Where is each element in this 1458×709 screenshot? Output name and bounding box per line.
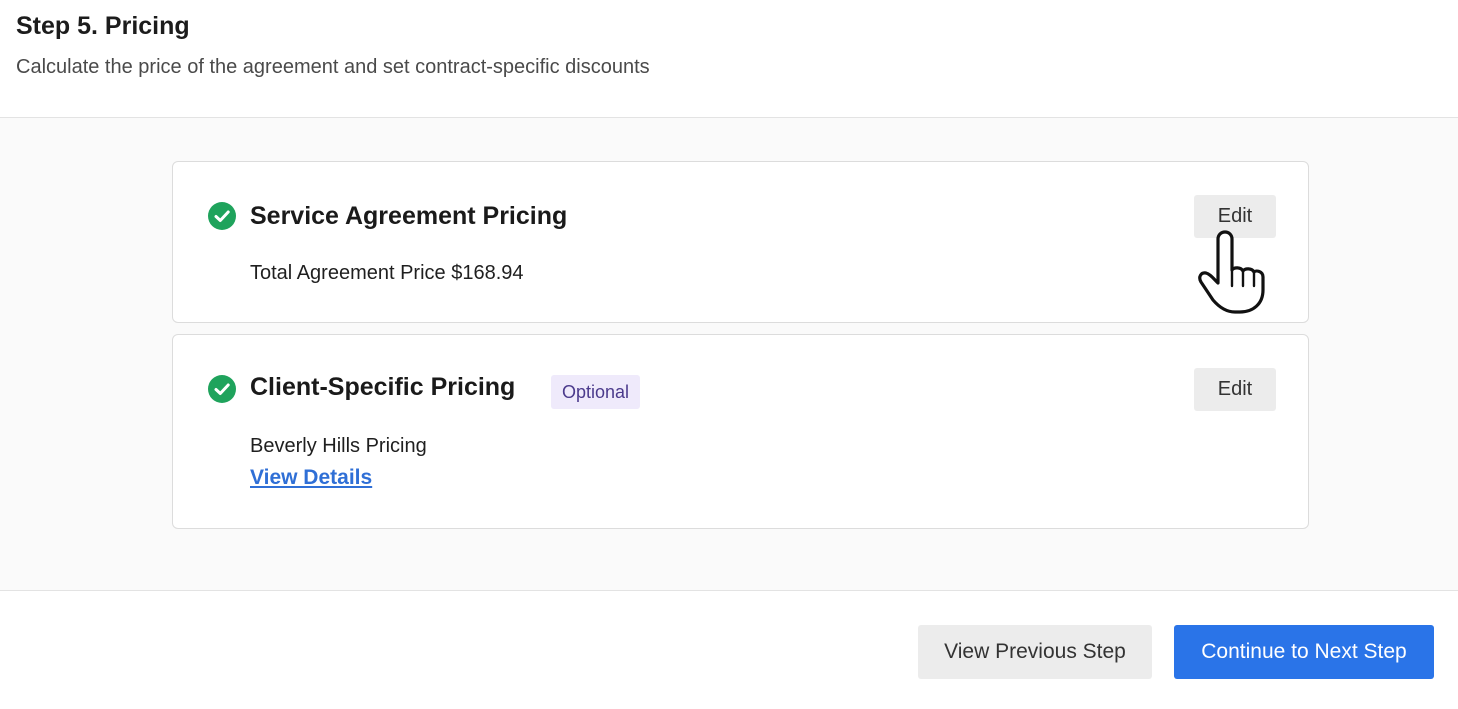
- optional-badge: Optional: [551, 375, 641, 409]
- edit-client-pricing-button[interactable]: Edit: [1194, 368, 1276, 411]
- client-specific-pricing-card: Client-Specific Pricing Optional Beverly…: [172, 334, 1309, 529]
- edit-service-pricing-button[interactable]: Edit: [1194, 195, 1276, 238]
- view-previous-step-button[interactable]: View Previous Step: [918, 625, 1152, 679]
- check-circle-icon: [208, 202, 236, 230]
- card-title: Client-Specific Pricing: [250, 373, 516, 401]
- client-pricing-name: Beverly Hills Pricing: [250, 435, 427, 457]
- content-area: Service Agreement Pricing Total Agreemen…: [0, 118, 1458, 591]
- check-circle-icon: [208, 375, 236, 403]
- card-title: Service Agreement Pricing: [250, 202, 568, 230]
- page-subtitle: Calculate the price of the agreement and…: [16, 56, 650, 78]
- view-details-link[interactable]: View Details: [250, 466, 372, 490]
- page-header: Step 5. Pricing Calculate the price of t…: [0, 0, 1458, 118]
- page-title: Step 5. Pricing: [16, 12, 190, 40]
- continue-next-step-button[interactable]: Continue to Next Step: [1174, 625, 1434, 679]
- service-agreement-pricing-card: Service Agreement Pricing Total Agreemen…: [172, 161, 1309, 323]
- total-agreement-price: Total Agreement Price $168.94: [250, 262, 524, 284]
